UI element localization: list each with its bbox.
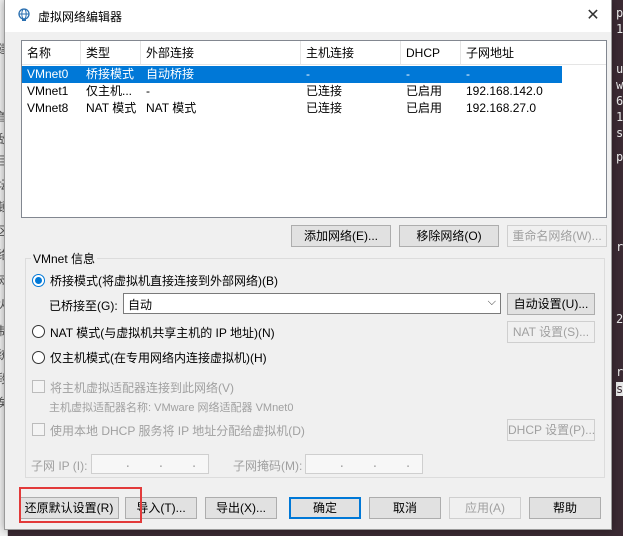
table-row[interactable]: VMnet0 桥接模式 自动桥接 - - -: [22, 66, 562, 83]
terminal-char: 6: [616, 94, 623, 108]
table-row[interactable]: VMnet1 仅主机... - 已连接 已启用 192.168.142.0: [22, 83, 562, 100]
vmnet-info-group: [25, 258, 605, 478]
dhcp-settings-button[interactable]: DHCP 设置(P)...: [507, 419, 595, 441]
cell-dhcp: 已启用: [406, 84, 443, 98]
adapter-name-label: 主机虚拟适配器名称: VMware 网络适配器 VMnet0: [49, 402, 294, 414]
cell-subnet: 192.168.27.0: [466, 101, 537, 115]
cell-dhcp: 已启用: [406, 101, 443, 115]
column-header-type[interactable]: 类型: [81, 41, 141, 65]
chevron-down-icon: ⌵: [487, 296, 496, 308]
list-header: 名称 类型 外部连接 主机连接 DHCP 子网地址: [22, 41, 606, 65]
cell-external: 自动桥接: [146, 67, 195, 81]
dhcp-label[interactable]: 使用本地 DHCP 服务将 IP 地址分配给虚拟机(D): [50, 422, 305, 439]
background-terminal: p 1 u w 6 1 s p r 2 r s: [612, 0, 623, 536]
cell-subnet: 192.168.142.0: [466, 84, 543, 98]
cell-host: -: [306, 67, 310, 81]
nat-mode-label[interactable]: NAT 模式(与虚拟机共享主机的 IP 地址)(N): [50, 324, 275, 341]
terminal-char: 1: [616, 22, 623, 36]
column-header-name[interactable]: 名称: [22, 41, 81, 65]
subnet-mask-input[interactable]: . . .: [305, 454, 423, 474]
table-row[interactable]: VMnet8 NAT 模式 NAT 模式 已连接 已启用 192.168.27.…: [22, 100, 562, 117]
terminal-char: s: [616, 126, 623, 140]
cell-host: 已连接: [306, 84, 343, 98]
title-bar: 虚拟网络编辑器 ✕: [5, 0, 611, 32]
cell-name: VMnet1: [27, 84, 69, 98]
cell-type: 仅主机...: [86, 84, 133, 98]
network-globe-icon: [18, 8, 30, 21]
cancel-button[interactable]: 取消: [369, 497, 441, 519]
help-button[interactable]: 帮助: [529, 497, 601, 519]
terminal-char: u: [616, 62, 623, 76]
nat-settings-button[interactable]: NAT 设置(S)...: [507, 321, 595, 343]
cell-dhcp: -: [406, 67, 410, 81]
apply-button[interactable]: 应用(A): [449, 497, 521, 519]
rename-network-button[interactable]: 重命名网络(W)...: [507, 225, 607, 247]
dhcp-checkbox[interactable]: [32, 423, 45, 436]
column-header-external[interactable]: 外部连接: [141, 41, 301, 65]
auto-settings-button[interactable]: 自动设置(U)...: [507, 293, 595, 315]
terminal-char: 2: [616, 312, 623, 326]
bridged-to-label: 已桥接至(G):: [49, 299, 118, 313]
subnet-ip-input[interactable]: . . .: [91, 454, 209, 474]
subnet-mask-label: 子网掩码(M):: [233, 459, 303, 473]
cell-external: -: [146, 84, 150, 98]
network-list[interactable]: 名称 类型 外部连接 主机连接 DHCP 子网地址 VMnet0 桥接模式 自动…: [21, 40, 607, 218]
virtual-network-editor-dialog: 虚拟网络编辑器 ✕ 名称 类型 外部连接 主机连接 DHCP 子网地址 VMne…: [4, 0, 612, 530]
host-only-label[interactable]: 仅主机模式(在专用网络内连接虚拟机)(H): [50, 349, 267, 366]
column-header-dhcp[interactable]: DHCP: [401, 41, 461, 65]
remove-network-button[interactable]: 移除网络(O): [399, 225, 499, 247]
bridged-to-select[interactable]: 自动 ⌵: [123, 293, 501, 314]
add-network-button[interactable]: 添加网络(E)...: [291, 225, 391, 247]
connect-adapter-checkbox[interactable]: [32, 380, 45, 393]
host-only-radio[interactable]: [32, 351, 45, 364]
terminal-char: r: [616, 240, 623, 254]
column-header-host[interactable]: 主机连接: [301, 41, 401, 65]
terminal-char: r: [616, 365, 623, 379]
highlight-annotation-box: [19, 487, 142, 523]
window-title: 虚拟网络编辑器: [38, 10, 123, 24]
bridged-mode-label[interactable]: 桥接模式(将虚拟机直接连接到外部网络)(B): [50, 272, 278, 289]
close-button[interactable]: ✕: [575, 0, 611, 30]
close-icon: ✕: [586, 7, 600, 24]
connect-adapter-label[interactable]: 将主机虚拟适配器连接到此网络(V): [50, 379, 234, 396]
cell-type: 桥接模式: [86, 67, 135, 81]
bridged-mode-radio[interactable]: [32, 274, 45, 287]
vmnet-info-label: VMnet 信息: [31, 250, 98, 267]
terminal-char: 1: [616, 110, 623, 124]
column-header-subnet[interactable]: 子网地址: [461, 41, 562, 65]
ok-button[interactable]: 确定: [289, 497, 361, 519]
nat-mode-radio[interactable]: [32, 325, 45, 338]
terminal-char: p: [616, 6, 623, 20]
cell-external: NAT 模式: [146, 101, 197, 115]
terminal-char: w: [616, 78, 623, 92]
export-button[interactable]: 导出(X)...: [205, 497, 277, 519]
subnet-ip-label: 子网 IP (I):: [31, 459, 88, 473]
cell-host: 已连接: [306, 101, 343, 115]
cell-subnet: -: [466, 67, 470, 81]
terminal-char: s: [616, 382, 623, 396]
cell-name: VMnet8: [27, 101, 69, 115]
terminal-char: p: [616, 150, 623, 164]
bridged-to-value: 自动: [128, 298, 153, 312]
cell-type: NAT 模式: [86, 101, 137, 115]
cell-name: VMnet0: [27, 67, 69, 81]
